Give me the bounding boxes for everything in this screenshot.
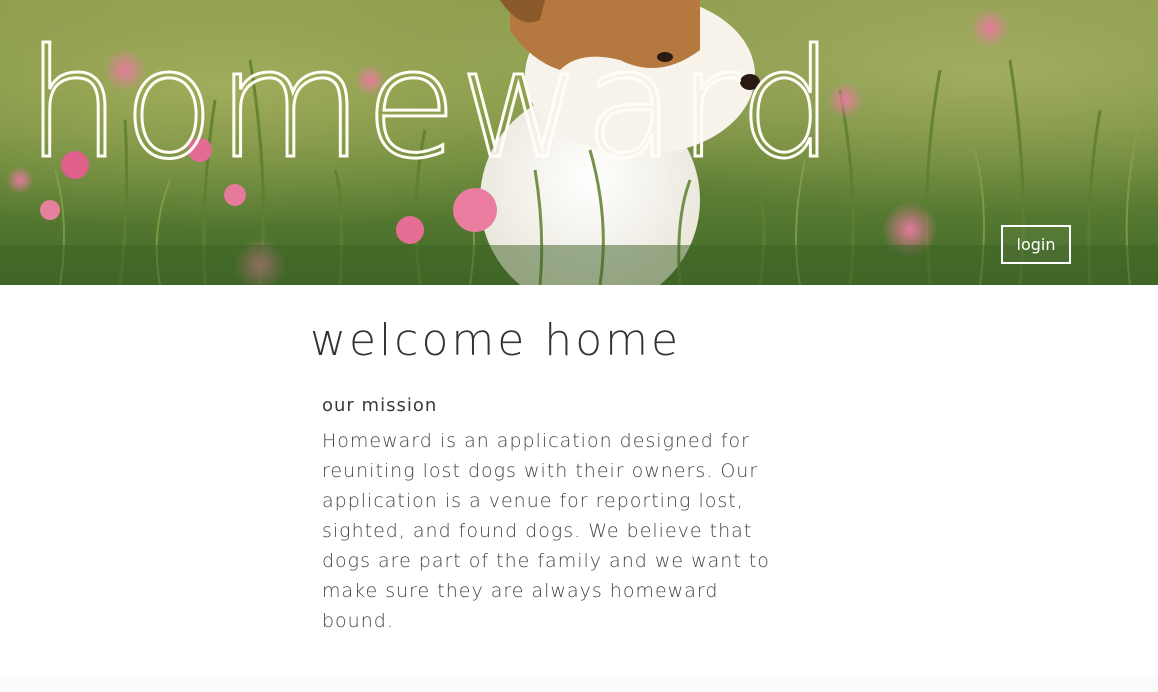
mission-text: Homeward is an application designed for …	[322, 430, 770, 632]
brand-title: homeward	[24, 18, 837, 192]
login-button[interactable]: login	[1001, 225, 1071, 264]
main-content: welcome home our mission Homeward is an …	[310, 310, 810, 636]
page-title: welcome home	[310, 315, 682, 366]
mission-heading: our mission	[322, 395, 438, 416]
hero-banner: homeward login	[0, 0, 1158, 285]
footer-strip	[0, 678, 1158, 692]
